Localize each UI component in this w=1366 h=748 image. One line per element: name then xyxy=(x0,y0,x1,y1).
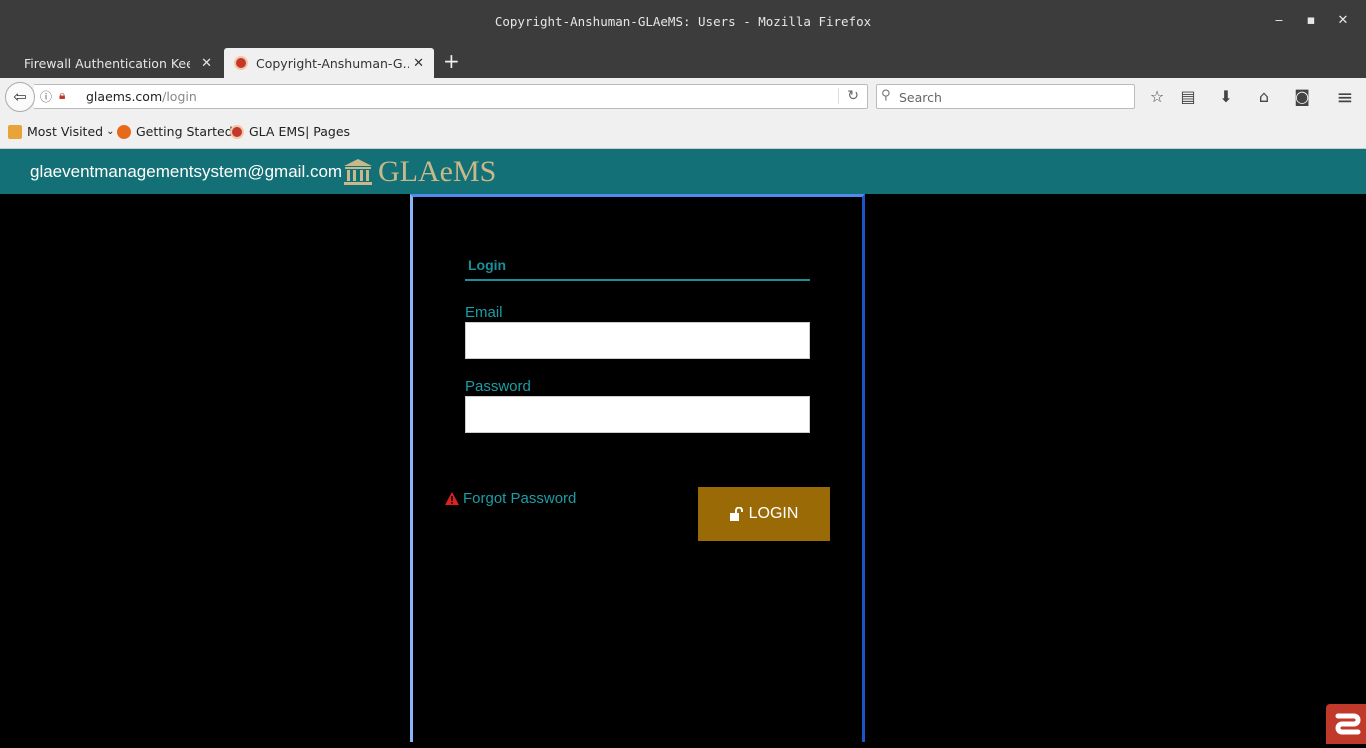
tab-close-icon[interactable]: ✕ xyxy=(413,56,424,71)
firefox-icon xyxy=(117,124,131,139)
url-text[interactable]: glaems.com/login xyxy=(86,89,197,104)
email-label: Email xyxy=(465,304,503,321)
bookmark-getting-started[interactable]: Getting Started xyxy=(117,124,233,139)
tab-label: Firewall Authentication Keep… xyxy=(24,55,190,71)
hamburger-menu-icon[interactable]: ≡ xyxy=(1334,87,1356,107)
tab-close-icon[interactable]: ✕ xyxy=(201,56,212,71)
url-bar[interactable]: ⓘ 🔒︎ glaems.com/login ↻ xyxy=(34,84,868,109)
search-icon: ⚲ xyxy=(881,88,891,103)
search-input[interactable] xyxy=(899,87,1129,107)
folder-icon xyxy=(8,124,22,139)
maximize-button[interactable]: ▪ xyxy=(1302,12,1320,30)
bookmarks-toolbar: Most Visited ⌄ Getting Started GLA EMS| … xyxy=(0,116,1366,149)
site-logo[interactable]: GLAeMS xyxy=(342,153,496,191)
bookmark-gla-ems-pages[interactable]: GLA EMS| Pages xyxy=(230,124,350,139)
unlock-icon xyxy=(729,507,743,521)
tab-bar: Firewall Authentication Keep… ✕ Copyrigh… xyxy=(0,44,1366,78)
login-button-label: LOGIN xyxy=(748,505,799,522)
email-field[interactable] xyxy=(465,322,810,359)
tab-glaems-active[interactable]: Copyright-Anshuman-G… ✕ xyxy=(224,48,434,78)
bookmark-label: Most Visited xyxy=(27,124,104,139)
bookmark-label: Getting Started xyxy=(136,124,233,139)
pocket-icon[interactable]: ◙ xyxy=(1291,87,1313,107)
back-button[interactable]: ⇦ xyxy=(5,82,35,112)
contact-email[interactable]: glaeventmanagementsystem@gmail.com xyxy=(30,162,342,182)
insecure-lock-icon[interactable]: 🔒︎ xyxy=(59,88,65,103)
new-tab-button[interactable]: + xyxy=(443,50,460,72)
tab-underline xyxy=(465,279,810,281)
logo-text: GLAeMS xyxy=(378,155,497,188)
glaems-favicon-icon xyxy=(234,56,248,70)
chevron-down-icon: ⌄ xyxy=(106,126,115,137)
login-panel: Login Email Password Forgot Password LOG… xyxy=(410,194,865,742)
download-icon[interactable]: ⬇ xyxy=(1215,87,1237,107)
password-label: Password xyxy=(465,378,531,395)
minimize-button[interactable]: ‒ xyxy=(1270,12,1288,30)
institution-building-icon xyxy=(344,159,372,185)
bookmark-most-visited[interactable]: Most Visited ⌄ xyxy=(8,124,114,139)
url-host: glaems.com xyxy=(86,89,163,104)
tab-login[interactable]: Login xyxy=(468,257,506,273)
site-header: glaeventmanagementsystem@gmail.com GLAeM… xyxy=(0,149,1366,194)
reload-icon[interactable]: ↻ xyxy=(838,88,859,104)
info-icon[interactable]: ⓘ xyxy=(40,88,52,105)
login-button[interactable]: LOGIN xyxy=(698,487,830,541)
search-bar[interactable]: ⚲ xyxy=(876,84,1135,109)
window-titlebar: Copyright-Anshuman-GLAeMS: Users - Mozil… xyxy=(0,0,1366,44)
password-field[interactable] xyxy=(465,396,810,433)
forgot-password-label: Forgot Password xyxy=(463,490,577,507)
tab-firewall[interactable]: Firewall Authentication Keep… ✕ xyxy=(10,48,222,78)
home-icon[interactable]: ⌂ xyxy=(1253,87,1275,107)
tab-label: Copyright-Anshuman-G… xyxy=(256,55,409,71)
warning-icon xyxy=(445,492,459,505)
app-badge-icon[interactable] xyxy=(1326,704,1366,744)
badge-glyph-icon xyxy=(1335,713,1361,735)
glaems-favicon-icon xyxy=(230,124,244,139)
bookmark-star-icon[interactable]: ☆ xyxy=(1146,87,1168,107)
forgot-password-link[interactable]: Forgot Password xyxy=(445,490,576,507)
bookmark-label: GLA EMS| Pages xyxy=(249,124,351,139)
navigation-toolbar: ⓘ 🔒︎ glaems.com/login ↻ ⇦ ⚲ ☆ ▤ ⬇ ⌂ ◙ ≡ xyxy=(0,78,1366,116)
window-title: Copyright-Anshuman-GLAeMS: Users - Mozil… xyxy=(494,14,872,29)
close-window-button[interactable]: ✕ xyxy=(1334,12,1352,30)
url-path: /login xyxy=(162,89,197,104)
reading-list-icon[interactable]: ▤ xyxy=(1177,87,1199,107)
